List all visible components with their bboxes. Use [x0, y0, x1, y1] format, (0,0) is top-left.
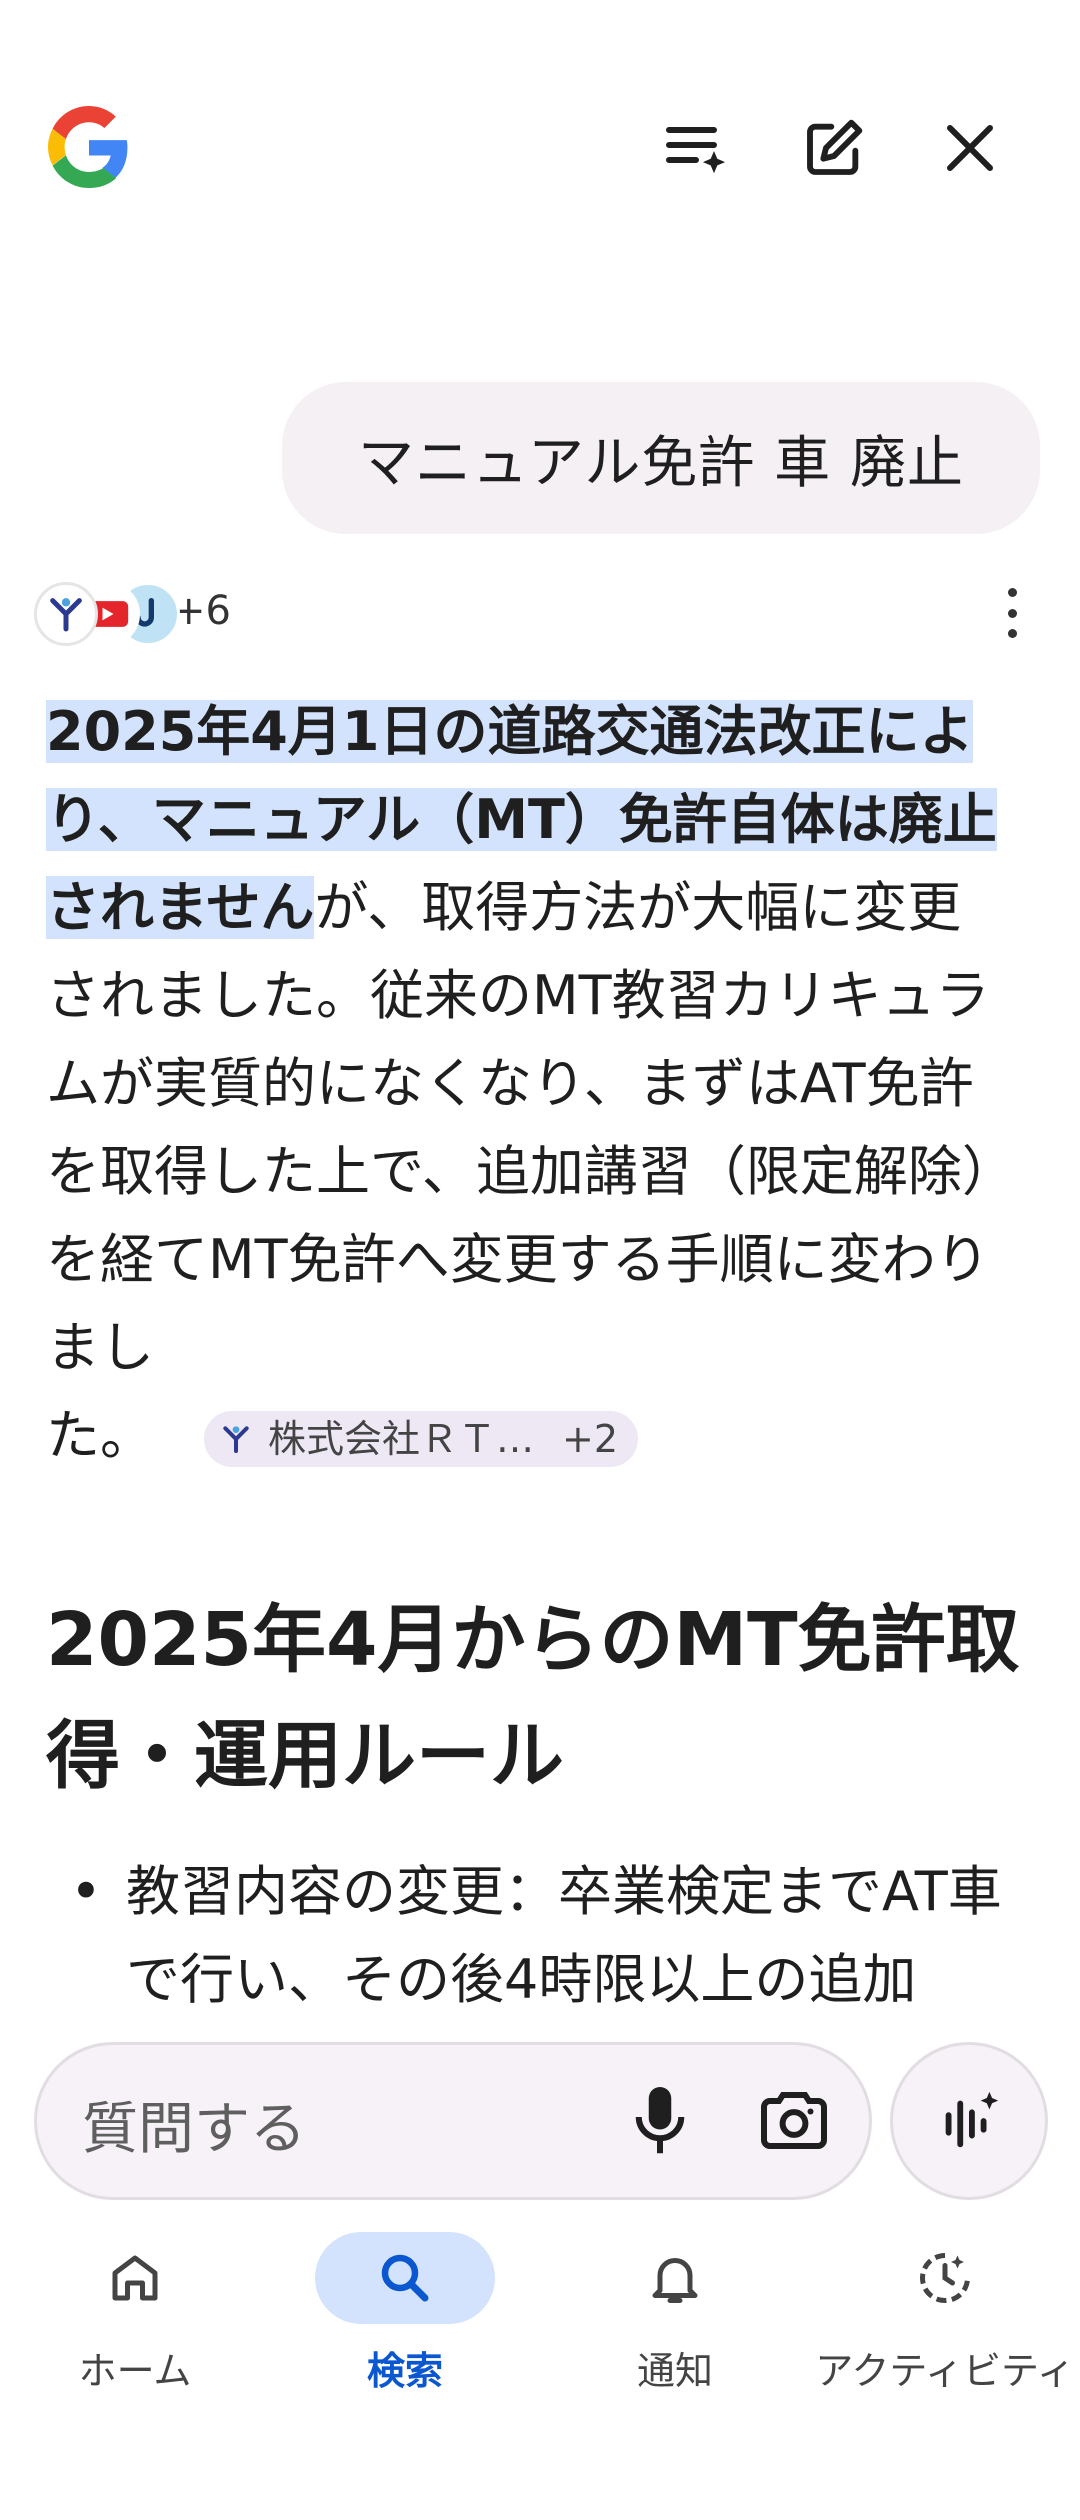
y-logo-icon — [50, 598, 82, 632]
google-g-icon — [48, 106, 128, 188]
new-chat-button[interactable] — [794, 108, 874, 188]
close-icon — [947, 125, 993, 171]
activity-icon — [920, 2253, 970, 2303]
nav-notifications[interactable]: 通知 — [540, 2232, 810, 2412]
voice-search-button[interactable] — [630, 2082, 690, 2162]
lens-search-button[interactable] — [758, 2086, 830, 2158]
history-sparkle-button[interactable] — [656, 108, 736, 188]
nav-search[interactable]: 検索 — [270, 2232, 540, 2412]
citation-chip[interactable]: 株式会社ＲＴ… +2 — [204, 1411, 639, 1468]
citation-chip-count: +2 — [562, 1417, 619, 1462]
more-options-button[interactable] — [992, 588, 1032, 638]
google-logo[interactable] — [48, 106, 130, 188]
ask-placeholder: 質問する — [82, 2097, 306, 2162]
citation-chip-label: 株式会社ＲＴ… — [268, 1417, 535, 1462]
bullet-dot: • — [70, 1860, 102, 1923]
list-item: • 教習内容の変更：卒業検定までAT車で行い、その後4時限以上の追加 — [46, 1848, 1046, 2024]
nav-activity-label: アクティビティ — [815, 2349, 1075, 2393]
home-icon — [112, 2255, 158, 2301]
section-heading: 2025年4月からのMT免許取得・運用ルール — [46, 1597, 1020, 1799]
kebab-dot — [1007, 608, 1017, 618]
history-sparkle-icon — [666, 127, 726, 174]
bullet-text: 教習内容の変更：卒業検定までAT車で行い、その後4時限以上の追加 — [126, 1860, 1002, 2011]
kebab-dot — [1007, 629, 1017, 638]
nav-home-pill — [45, 2232, 225, 2324]
nav-activity[interactable]: アクティビティ — [810, 2232, 1080, 2412]
new-chat-icon — [807, 119, 863, 175]
nav-home[interactable]: ホーム — [0, 2232, 270, 2412]
live-sparkle-icon — [945, 2091, 999, 2148]
kebab-dot — [1007, 588, 1017, 597]
live-voice-button[interactable] — [890, 2042, 1048, 2200]
chip-source-icon — [216, 1419, 256, 1459]
nav-search-label: 検索 — [366, 2349, 443, 2393]
search-icon — [381, 2254, 429, 2302]
nav-activity-pill — [855, 2232, 1035, 2324]
nav-notifications-label: 通知 — [636, 2349, 713, 2393]
user-query-text: マニュアル免許 車 廃止 — [358, 430, 964, 496]
mic-icon — [635, 2087, 685, 2154]
source-avatar-1[interactable] — [34, 582, 98, 646]
answer-end: た。 — [46, 1404, 154, 1467]
nav-notifications-pill — [585, 2232, 765, 2324]
answer-body: が、取得方法が大幅に変更されました。従来のMT教習カリキュラムが実質的になくなり… — [46, 876, 990, 1379]
lens-camera-icon — [761, 2092, 827, 2149]
sources-more-count[interactable]: +6 — [172, 588, 231, 634]
bell-icon — [652, 2258, 698, 2303]
ai-answer-text: 2025年4月1日の道路交通法改正により、マニュアル（MT）免許自体は廃止されま… — [46, 688, 1006, 1480]
nav-home-label: ホーム — [78, 2349, 192, 2393]
user-query-bubble: マニュアル免許 車 廃止 — [282, 382, 1040, 534]
close-button[interactable] — [930, 108, 1010, 188]
nav-search-pill — [315, 2232, 495, 2324]
